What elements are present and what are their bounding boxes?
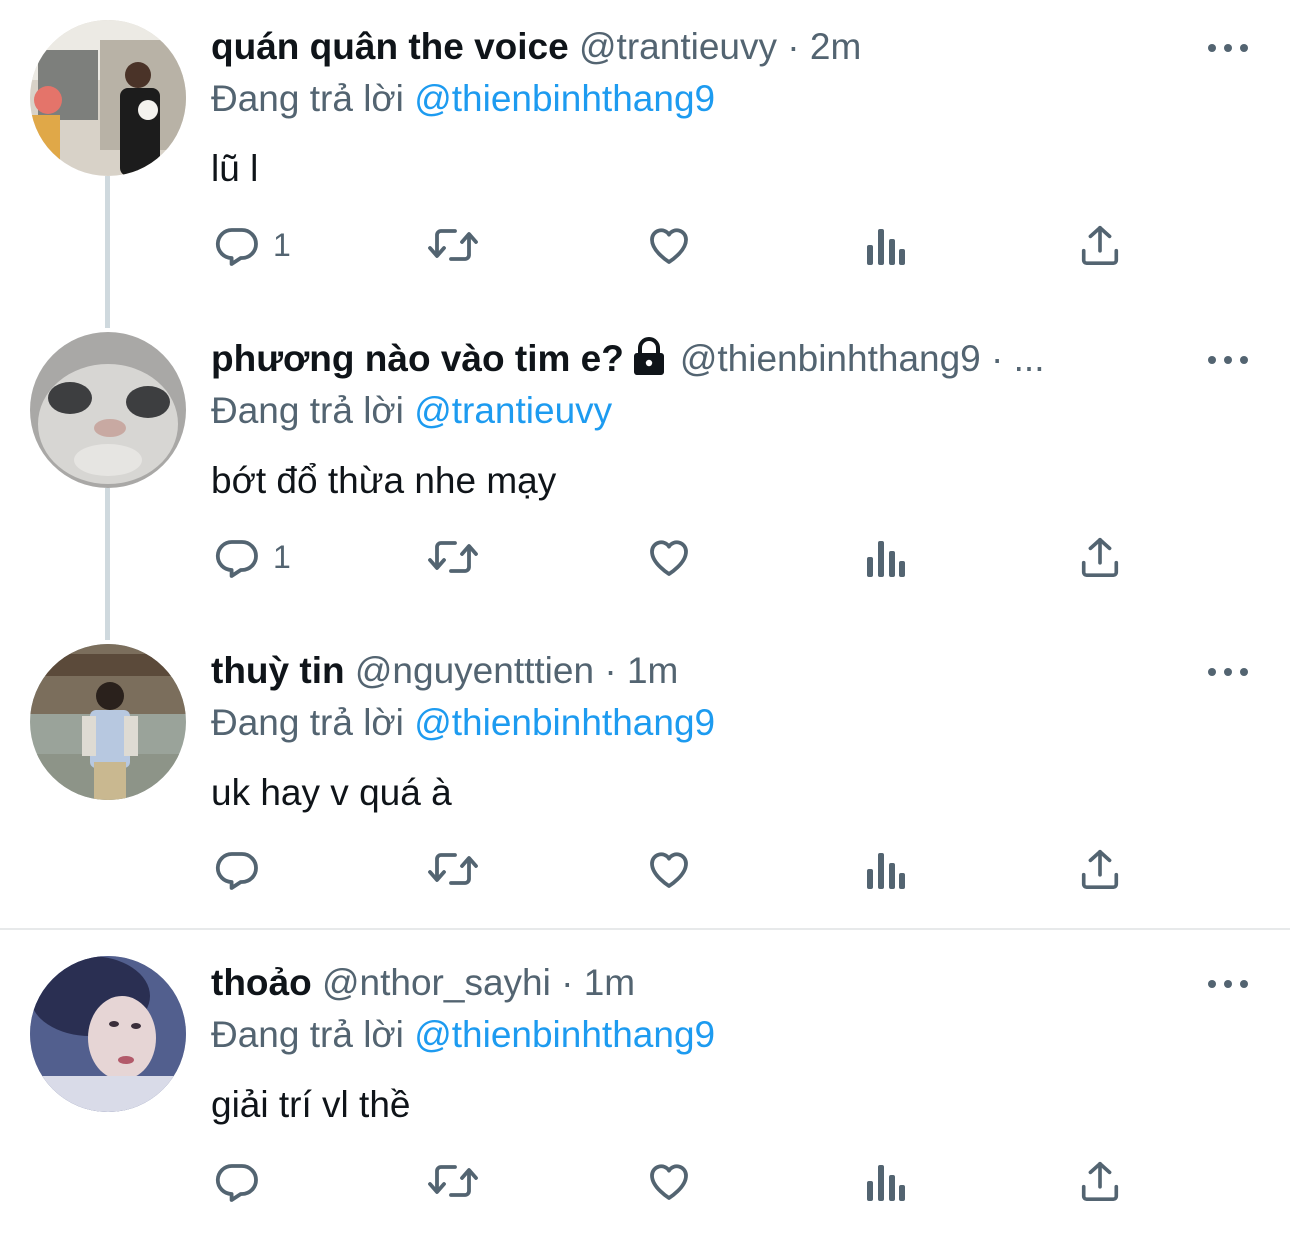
mention-link[interactable]: @trantieuvy (414, 390, 612, 431)
replying-to: Đang trả lời @thienbinhthang9 (211, 74, 715, 124)
display-name[interactable]: thuỳ tin (211, 650, 345, 691)
display-name[interactable]: thoảo (211, 962, 312, 1003)
replying-to: Đang trả lời @thienbinhthang9 (211, 698, 715, 748)
user-handle[interactable]: @trantieuvy (579, 26, 777, 67)
heart-icon (650, 228, 688, 264)
views-button[interactable] (863, 210, 907, 280)
user-handle[interactable]: @thienbinhthang9 (680, 338, 981, 379)
display-name[interactable]: phương nào vào tim e? (211, 338, 624, 379)
reply-icon (215, 540, 258, 578)
avatar[interactable] (30, 20, 186, 176)
reply-count: 1 (273, 226, 291, 263)
mention-link[interactable]: @thienbinhthang9 (414, 702, 715, 743)
avatar[interactable] (30, 644, 186, 800)
timestamp[interactable]: 2m (810, 26, 861, 67)
reply-count: 1 (273, 538, 291, 575)
views-button[interactable] (863, 1146, 907, 1216)
action-bar: 1 (0, 210, 1290, 280)
separator-dot: · (604, 650, 617, 691)
share-icon (1081, 537, 1119, 578)
tweet-text: uk hay v quá à (211, 772, 452, 813)
action-bar: 1 (0, 522, 1290, 592)
views-icon (867, 853, 905, 889)
tweet-text: bớt đổ thừa nhe mạy (211, 460, 557, 501)
share-button[interactable] (1077, 834, 1123, 904)
heart-icon (650, 540, 688, 576)
replying-label: Đang trả lời (211, 78, 404, 119)
like-button[interactable] (644, 522, 694, 592)
retweet-icon (428, 229, 478, 261)
tweet[interactable]: thoảo @nthor_sayhi · 1m Đang trả lời @th… (0, 936, 1290, 1241)
like-button[interactable] (644, 210, 694, 280)
replying-to: Đang trả lời @trantieuvy (211, 386, 612, 436)
reply-button[interactable]: 1 (213, 210, 291, 280)
views-icon (867, 541, 905, 577)
heart-icon (650, 1164, 688, 1200)
retweet-icon (428, 853, 478, 885)
separator-dot: · (991, 338, 1004, 379)
like-button[interactable] (644, 834, 694, 904)
views-icon (867, 229, 905, 265)
share-button[interactable] (1077, 1146, 1123, 1216)
tweet-text: lũ l (211, 148, 259, 189)
reply-button[interactable]: 1 (213, 522, 291, 592)
retweet-icon (428, 541, 478, 573)
mention-link[interactable]: @thienbinhthang9 (414, 1014, 715, 1055)
divider (0, 928, 1290, 930)
reply-icon (215, 1164, 258, 1202)
retweet-button[interactable] (425, 210, 481, 280)
mention-link[interactable]: @thienbinhthang9 (414, 78, 715, 119)
reply-icon (215, 228, 258, 266)
tweet[interactable]: thuỳ tin @nguyentttien · 1m Đang trả lời… (0, 624, 1290, 928)
views-button[interactable] (863, 834, 907, 904)
timestamp[interactable]: 1m (627, 650, 678, 691)
replying-to: Đang trả lời @thienbinhthang9 (211, 1010, 715, 1060)
share-icon (1081, 849, 1119, 890)
more-icon[interactable] (1208, 350, 1248, 370)
share-icon (1081, 1161, 1119, 1202)
more-icon[interactable] (1208, 974, 1248, 994)
reply-button[interactable] (213, 834, 273, 904)
avatar[interactable] (30, 956, 186, 1112)
like-button[interactable] (644, 1146, 694, 1216)
views-icon (867, 1165, 905, 1201)
tweet-text: giải trí vl thề (211, 1084, 411, 1125)
retweet-button[interactable] (425, 834, 481, 904)
reply-icon (215, 852, 258, 890)
retweet-button[interactable] (425, 522, 481, 592)
share-icon (1081, 225, 1119, 266)
action-bar (0, 1146, 1290, 1216)
more-icon[interactable] (1208, 38, 1248, 58)
user-handle[interactable]: @nguyentttien (355, 650, 594, 691)
user-handle[interactable]: @nthor_sayhi (322, 962, 551, 1003)
retweet-button[interactable] (425, 1146, 481, 1216)
timestamp[interactable]: ... (1014, 338, 1045, 379)
separator-dot: · (561, 962, 574, 1003)
tweet-header: thoảo @nthor_sayhi · 1m (211, 958, 1190, 1008)
tweet-header: phương nào vào tim e? @thienbinhthang9 · … (211, 334, 1190, 388)
display-name[interactable]: quán quân the voice (211, 26, 569, 67)
retweet-icon (428, 1165, 478, 1197)
replying-label: Đang trả lời (211, 390, 404, 431)
tweet-header: thuỳ tin @nguyentttien · 1m (211, 646, 1190, 696)
lock-icon (632, 337, 666, 388)
share-button[interactable] (1077, 522, 1123, 592)
tweet[interactable]: phương nào vào tim e? @thienbinhthang9 · … (0, 312, 1290, 624)
reply-button[interactable] (213, 1146, 273, 1216)
timestamp[interactable]: 1m (584, 962, 635, 1003)
more-icon[interactable] (1208, 662, 1248, 682)
action-bar (0, 834, 1290, 904)
replying-label: Đang trả lời (211, 1014, 404, 1055)
separator-dot: · (787, 26, 800, 67)
share-button[interactable] (1077, 210, 1123, 280)
views-button[interactable] (863, 522, 907, 592)
replying-label: Đang trả lời (211, 702, 404, 743)
heart-icon (650, 852, 688, 888)
avatar[interactable] (30, 332, 186, 488)
tweet[interactable]: quán quân the voice @trantieuvy · 2m Đan… (0, 0, 1290, 312)
tweet-header: quán quân the voice @trantieuvy · 2m (211, 22, 1190, 72)
